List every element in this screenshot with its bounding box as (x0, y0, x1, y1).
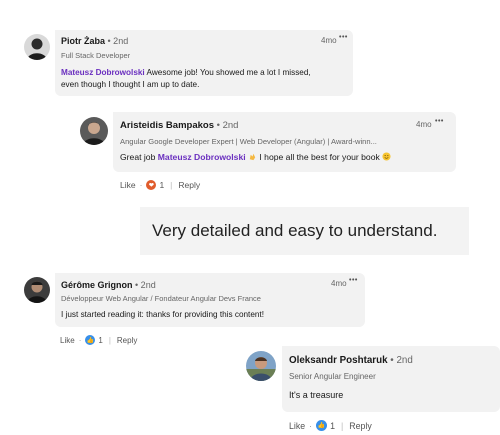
author-name[interactable]: Piotr Żaba (61, 36, 105, 46)
reply-button[interactable]: Reply (178, 180, 200, 190)
reply-button[interactable]: Reply (349, 421, 372, 431)
comment-text: even though I thought I am up to date. (61, 80, 200, 89)
like-reaction-icon[interactable]: 👍 (316, 420, 328, 431)
comment-bubble-oleksandr: Oleksandr Poshtaruk • 2nd Senior Angular… (282, 346, 500, 412)
author-name[interactable]: Gérôme Grignon (61, 280, 133, 290)
comment-time: 4mo (331, 279, 347, 288)
comment-time: 4mo (321, 36, 337, 45)
clap-emoji (249, 153, 256, 161)
author-headline: Senior Angular Engineer (289, 372, 376, 381)
comment-actions: Like · 👍 1 | Reply (289, 420, 372, 431)
author-name[interactable]: Oleksandr Poshtaruk (289, 355, 388, 366)
like-button[interactable]: Like (289, 421, 305, 431)
comment-text: It's a treasure (289, 390, 344, 400)
avatar-gerome[interactable] (24, 277, 50, 303)
mention-link[interactable]: Mateusz Dobrowolski (158, 152, 246, 162)
comment-bubble-aristeidis: Aristeidis Bampakos • 2nd Angular Google… (113, 112, 456, 172)
comment-actions: Like · ❤ 1 | Reply (120, 180, 200, 190)
callout-quote: Very detailed and easy to understand. (140, 207, 469, 255)
reaction-count[interactable]: 1 (159, 180, 164, 190)
love-reaction-icon[interactable]: ❤ (146, 180, 157, 190)
connection-degree: • 2nd (216, 120, 239, 131)
author-name[interactable]: Aristeidis Bampakos (120, 120, 214, 131)
divider: | (108, 335, 111, 345)
avatar-oleksandr[interactable] (246, 351, 276, 381)
connection-degree: • 2nd (390, 355, 413, 366)
comment-bubble-gerome: Gérôme Grignon • 2nd Développeur Web Ang… (55, 273, 365, 327)
like-button[interactable]: Like (60, 336, 75, 345)
like-button[interactable]: Like (120, 180, 136, 190)
author-headline: Angular Google Developer Expert | Web De… (120, 137, 377, 146)
mention-link[interactable]: Mateusz Dobrowolski (61, 68, 145, 77)
separator-dot: · (78, 335, 82, 345)
author-headline: Full Stack Developer (61, 51, 131, 60)
more-icon[interactable]: ••• (339, 34, 348, 41)
comment-text: I hope all the best for your book (257, 152, 383, 162)
comment-text: Awesome job! You showed me a lot I misse… (144, 68, 311, 77)
avatar-piotr[interactable] (24, 34, 50, 60)
divider: | (170, 180, 173, 190)
comment-text: Great job (120, 152, 158, 162)
comment-text: I just started reading it: thanks for pr… (61, 310, 264, 319)
comment-bubble-piotr: Piotr Żaba • 2nd Full Stack Developer 4m… (55, 30, 353, 96)
comment-time: 4mo (416, 120, 432, 129)
reply-button[interactable]: Reply (117, 336, 137, 345)
separator-dot: · (309, 420, 313, 431)
connection-degree: • 2nd (135, 280, 156, 290)
callout-text: Very detailed and easy to understand. (152, 221, 438, 240)
more-icon[interactable]: ••• (349, 277, 358, 284)
more-icon[interactable]: ••• (435, 118, 444, 125)
like-reaction-icon[interactable]: 👍 (85, 335, 96, 345)
connection-degree: • 2nd (107, 36, 129, 46)
separator-dot: · (139, 180, 143, 190)
author-headline: Développeur Web Angular / Fondateur Angu… (61, 294, 261, 303)
avatar-aristeidis[interactable] (80, 117, 108, 145)
comment-actions: Like · 👍 1 | Reply (60, 335, 137, 345)
smile-emoji (382, 152, 391, 161)
reaction-count[interactable]: 1 (330, 421, 335, 431)
divider: | (340, 420, 344, 431)
reaction-count[interactable]: 1 (98, 336, 102, 345)
